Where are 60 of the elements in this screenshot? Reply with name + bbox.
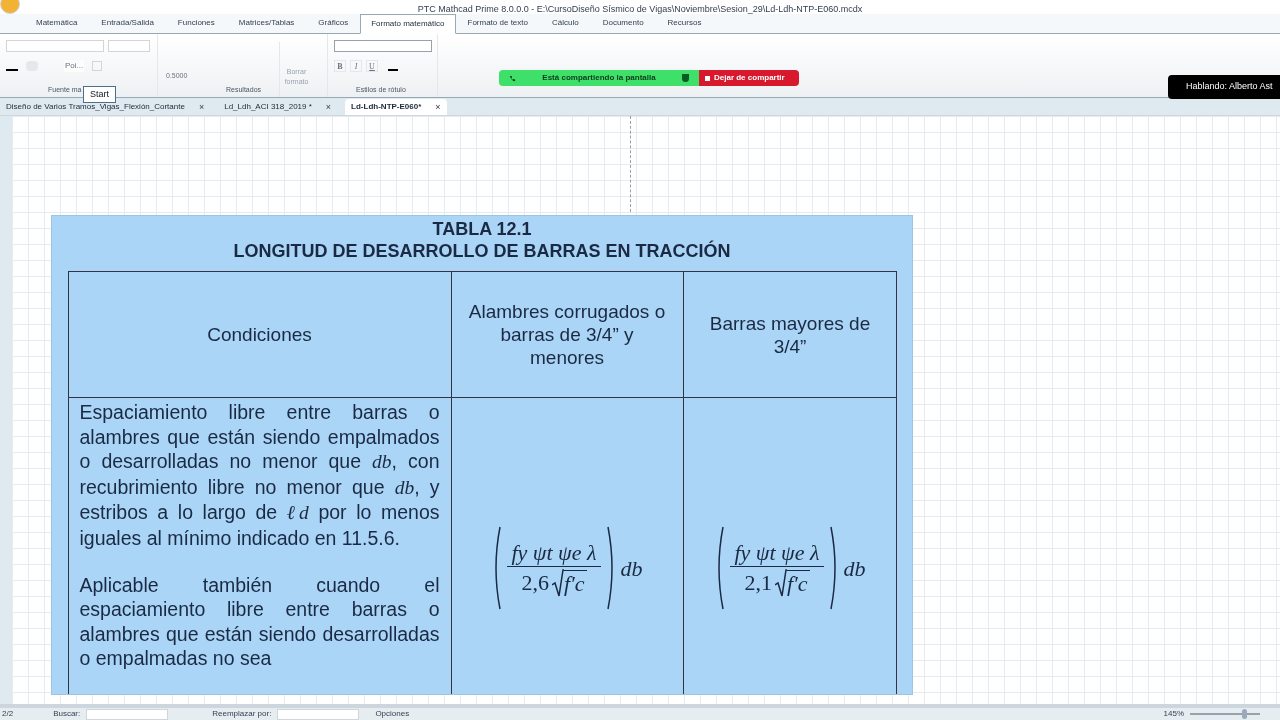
tab-label: Diseño de Varios Tramos_Vigas_Flexión_Cortante <box>6 101 185 113</box>
text-style-icon[interactable] <box>92 61 103 71</box>
ribbon-tab[interactable]: Cálculo <box>540 13 591 33</box>
formula-factor: db <box>843 554 866 583</box>
column-header: Condiciones <box>207 323 312 346</box>
tab-label: Ld_Ldh_ACI 318_2019 * <box>224 101 312 113</box>
close-icon[interactable]: × <box>325 102 332 112</box>
page-indicator: 2/2 <box>2 708 14 720</box>
size-dropdown[interactable] <box>108 40 150 52</box>
tab-label: Ld-Ldh-NTP-E060* <box>351 101 422 113</box>
format-button[interactable]: I <box>350 60 362 72</box>
table-title: TABLA 12.1 <box>432 218 532 240</box>
options-button[interactable]: Opciones <box>375 708 410 720</box>
condition-text: Aplicable también cuando el espaciamiento libre entre barras o alambres que están siendo desarrolladas o empalmadas no sea <box>79 572 440 671</box>
font-dropdown[interactable] <box>6 40 104 52</box>
document-tab[interactable]: Ld-Ldh-NTP-E060* × <box>345 99 447 115</box>
ribbon-tab[interactable]: Matrices/Tablas <box>226 13 307 33</box>
formula-radicand: f′c <box>563 569 587 597</box>
formula-coefficient: 2,6 <box>521 568 549 597</box>
tooltip: Start <box>83 85 116 103</box>
window-title: PTC Mathcad Prime 8.0.0.0 - E:\CursoDiseño Sísmico de Vigas\Noviembre\Sesion_29\Ld-Ldh-NTP-E060.mcdx <box>417 4 863 14</box>
ribbon-tab[interactable]: Documento <box>590 13 656 33</box>
stop-icon <box>705 75 710 81</box>
close-icon[interactable]: × <box>435 102 441 112</box>
app-logo-icon <box>0 0 20 14</box>
radical-icon <box>551 568 564 597</box>
speaker-indicator: Hablando: Alberto Ast <box>1168 75 1280 99</box>
label-style-dropdown[interactable] <box>334 40 432 52</box>
stop-sharing-button[interactable]: Dejar de compartir <box>699 70 799 86</box>
close-icon[interactable]: × <box>198 102 205 112</box>
replace-field[interactable] <box>277 708 360 720</box>
formula-factor: db <box>620 554 643 583</box>
format-button[interactable]: U <box>366 60 378 72</box>
ribbon-tab[interactable]: Entrada/Salida <box>89 13 166 33</box>
formula-coefficient: 2,1 <box>744 568 772 597</box>
ribbon-tab[interactable]: Funciones <box>165 13 227 33</box>
condition-text: Espaciamiento libre entre barras o alambres que están siendo empalmados o desarrolladas no menor que db, con recubrimiento libre no menor que db, y estribos a lo largo de ℓd por lo menos iguales al mínimo indicado en 11.5.6. <box>79 400 440 551</box>
style-button[interactable]: Poi... <box>64 60 85 72</box>
zoom-level: 145% <box>1163 708 1184 720</box>
find-field[interactable] <box>86 708 169 720</box>
formula-numerator: fy ψt ψe λ <box>507 539 601 567</box>
ribbon-tab[interactable]: Matemática <box>24 13 90 33</box>
phone-icon <box>509 74 516 82</box>
ribbon-tab[interactable]: Recursos <box>655 13 714 33</box>
zoom-slider-thumb[interactable] <box>1242 709 1247 719</box>
radical-icon <box>774 568 787 597</box>
column-header: Barras mayores de 3/4” <box>708 311 872 358</box>
formula-radicand: f′c <box>786 569 810 597</box>
ribbon-tab[interactable]: Gráficos <box>306 13 361 33</box>
formula-numerator: fy ψt ψe λ <box>730 539 824 567</box>
ribbon-tab[interactable]: Formato matemático <box>360 14 456 34</box>
column-header: Alambres corrugados o barras de 3/4” y menores <box>467 300 667 369</box>
sharing-status-text: Está compartiendo la pantalla <box>542 72 656 84</box>
shield-icon <box>682 74 689 82</box>
find-label: Buscar: <box>53 708 81 720</box>
format-button[interactable]: B <box>334 60 346 72</box>
ribbon-tab[interactable]: Formato de texto <box>455 13 540 33</box>
replace-label: Reemplazar por: <box>212 708 272 720</box>
worksheet[interactable] <box>12 116 1280 704</box>
table-subtitle: LONGITUD DE DESARROLLO DE BARRAS EN TRACCIÓN <box>233 240 731 262</box>
